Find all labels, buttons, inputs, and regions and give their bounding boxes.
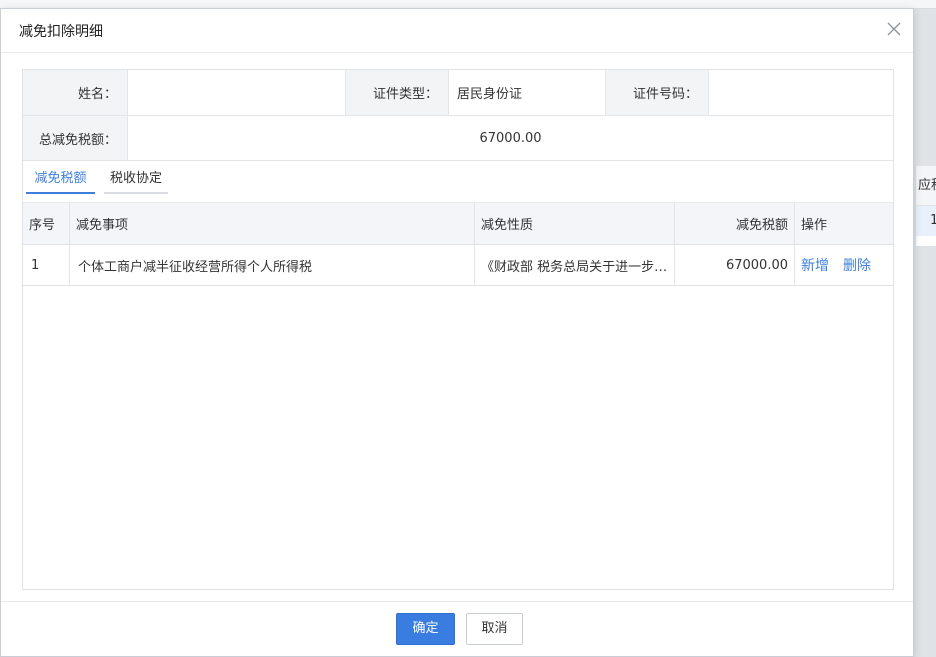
background-column-header: 应税 [916, 166, 936, 206]
row-deduction-nature[interactable]: 《财政部 税务总局关于进一步支持小微企业和个体工商户发展有关税费政策的公告》 [474, 245, 674, 285]
name-label: 姓名： [23, 70, 127, 115]
dialog-footer: 确定 取消 [1, 601, 913, 657]
name-value [127, 70, 345, 115]
tab-tax-reduction[interactable]: 减免税额 [26, 169, 95, 194]
total-deduction-value: 67000.00 [127, 116, 893, 160]
deduction-table: 序号 减免事项 减免性质 减免税额 操作 1 个体工商户减半征收经营所得个人所得… [23, 202, 893, 286]
row-actions: 新增 删除 [794, 245, 893, 285]
deduction-detail-dialog: 减免扣除明细 姓名： 证件类型： 居民身份证 证件号码： 总减免税额： 6700… [0, 8, 914, 657]
row-deduction-amount: 67000.00 [674, 245, 794, 285]
table-row: 1 个体工商户减半征收经营所得个人所得税 《财政部 税务总局关于进一步支持小微企… [23, 245, 893, 286]
total-deduction-label: 总减免税额： [23, 116, 127, 160]
dialog-title: 减免扣除明细 [19, 24, 103, 40]
column-header-index: 序号 [29, 218, 56, 233]
column-header-nature: 减免性质 [474, 203, 674, 244]
dialog-content: 姓名： 证件类型： 居民身份证 证件号码： 总减免税额： 67000.00 减免… [22, 69, 894, 590]
cancel-button[interactable]: 取消 [466, 613, 523, 645]
close-button[interactable] [885, 20, 903, 38]
row-deduction-nature-text: 《财政部 税务总局关于进一步支持小微企业和个体工商户发展有关税费政策的公告》 [481, 259, 668, 275]
row-index: 1 [31, 257, 40, 273]
column-header-actions: 操作 [794, 203, 893, 244]
background-row-cell: 1 [916, 206, 936, 236]
tab-tax-treaty[interactable]: 税收协定 [104, 169, 168, 194]
id-number-label: 证件号码： [605, 70, 708, 115]
table-header: 序号 减免事项 减免性质 减免税额 操作 [23, 202, 893, 245]
tab-bar: 减免税额 税收协定 [23, 161, 893, 202]
column-header-amount: 减免税额 [674, 203, 794, 244]
info-row-identity: 姓名： 证件类型： 居民身份证 证件号码： [23, 70, 893, 116]
dialog-header: 减免扣除明细 [1, 9, 913, 53]
id-number-value [708, 70, 893, 115]
confirm-button[interactable]: 确定 [396, 613, 455, 645]
id-type-value: 居民身份证 [448, 70, 605, 115]
info-row-total: 总减免税额： 67000.00 [23, 116, 893, 161]
column-header-item: 减免事项 [69, 203, 474, 244]
background-table-fragment: 应税 1 [915, 166, 936, 246]
row-deduction-item: 个体工商户减半征收经营所得个人所得税 [69, 245, 474, 285]
close-icon [887, 22, 901, 36]
add-row-link[interactable]: 新增 [801, 255, 829, 275]
id-type-label: 证件类型： [345, 70, 448, 115]
delete-row-link[interactable]: 删除 [843, 255, 871, 275]
